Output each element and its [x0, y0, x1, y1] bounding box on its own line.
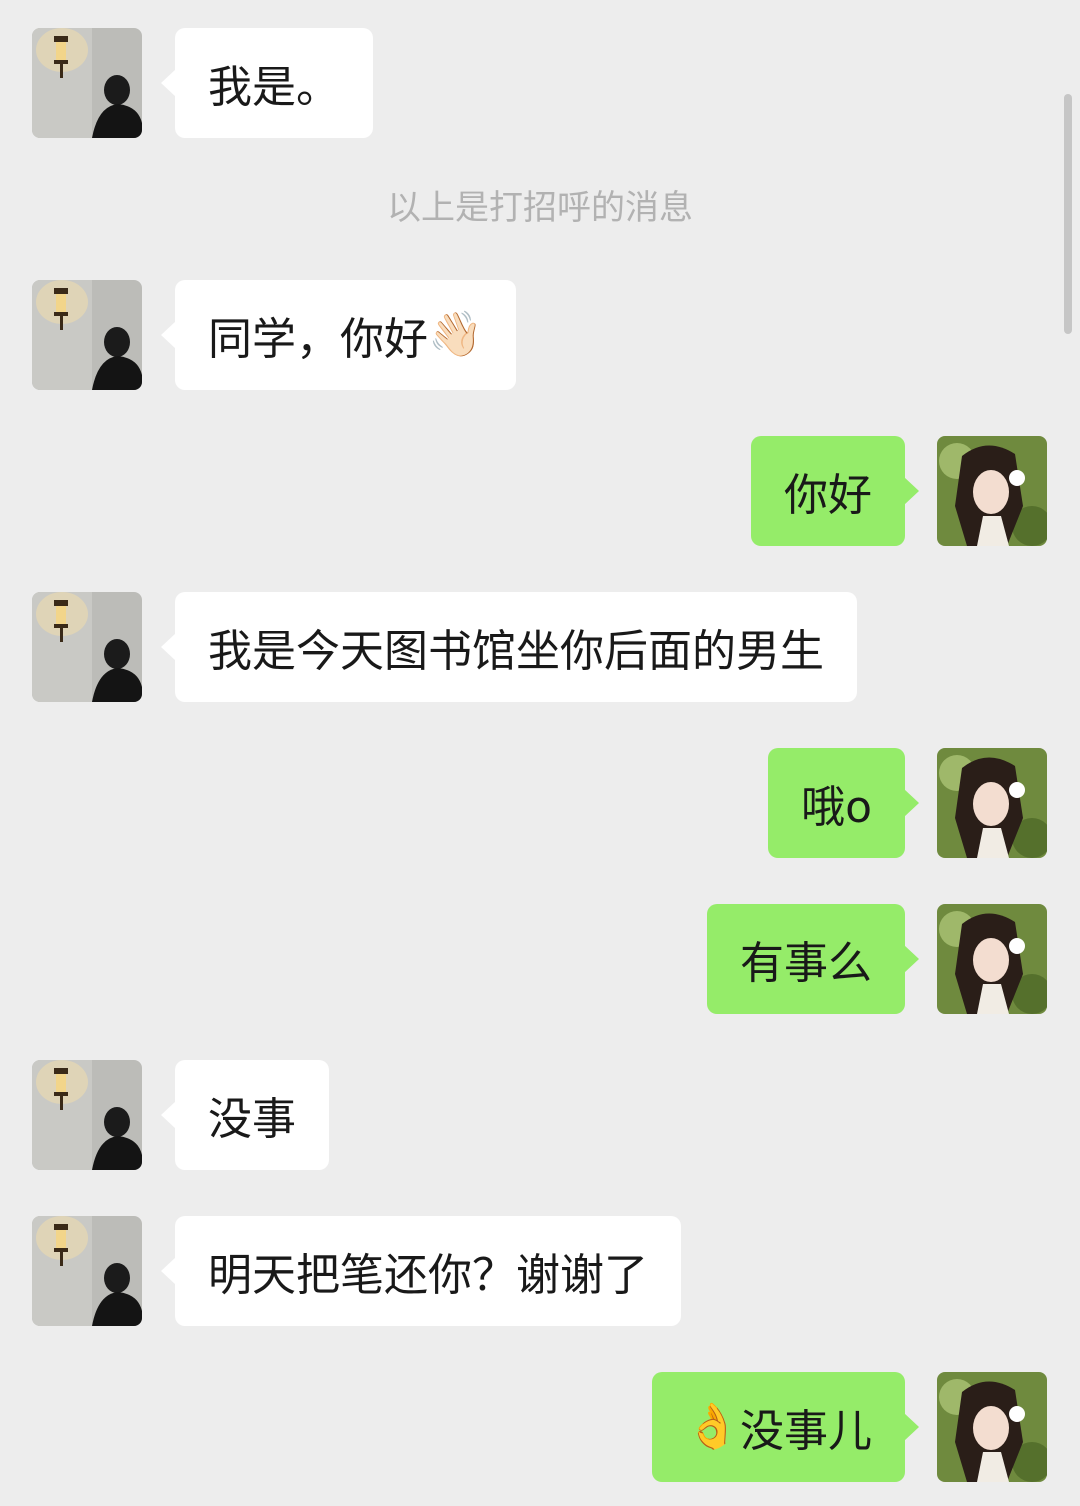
self-avatar[interactable] — [937, 436, 1047, 546]
message-row: 我是。 — [0, 28, 1080, 138]
message-text: 没事儿 — [740, 1406, 872, 1457]
ok-hand-icon: 👌 — [685, 1401, 740, 1452]
contact-avatar[interactable] — [32, 592, 142, 702]
self-avatar[interactable] — [937, 748, 1047, 858]
message-text: 没事 — [208, 1094, 296, 1145]
message-row: 同学，你好 👋🏻 — [0, 280, 1080, 390]
message-row: 👌 没事儿 — [0, 1372, 1080, 1482]
message-text: 我是。 — [208, 62, 340, 113]
self-avatar[interactable] — [937, 904, 1047, 1014]
message-text: 我是今天图书馆坐你后面的男生 — [208, 626, 824, 677]
message-bubble[interactable]: 没事 — [161, 1060, 329, 1170]
message-row: 我是今天图书馆坐你后面的男生 — [0, 592, 1080, 702]
message-text: 哦o — [801, 782, 872, 833]
contact-avatar[interactable] — [32, 1216, 142, 1326]
message-row: 你好 — [0, 436, 1080, 546]
self-avatar[interactable] — [937, 1372, 1047, 1482]
chat-scrollbar[interactable] — [1064, 94, 1072, 334]
message-row: 明天把笔还你？谢谢了 — [0, 1216, 1080, 1326]
message-row: 没事 — [0, 1060, 1080, 1170]
message-text: 同学，你好 — [208, 314, 428, 365]
message-bubble[interactable]: 我是今天图书馆坐你后面的男生 — [161, 592, 857, 702]
message-bubble[interactable]: 同学，你好 👋🏻 — [161, 280, 516, 390]
waving-hand-icon: 👋🏻 — [428, 309, 483, 360]
message-text: 有事么 — [740, 938, 872, 989]
chat-message-list[interactable]: 我是。 以上是打招呼的消息 同学，你好 👋🏻 你好 我是今天图书馆坐你后面的男生… — [0, 0, 1080, 1506]
message-text: 你好 — [784, 470, 872, 521]
message-text: 明天把笔还你？谢谢了 — [208, 1250, 648, 1301]
message-bubble[interactable]: 👌 没事儿 — [652, 1372, 919, 1482]
contact-avatar[interactable] — [32, 28, 142, 138]
message-bubble[interactable]: 我是。 — [161, 28, 373, 138]
message-bubble[interactable]: 你好 — [751, 436, 919, 546]
message-bubble[interactable]: 有事么 — [707, 904, 919, 1014]
contact-avatar[interactable] — [32, 280, 142, 390]
message-row: 有事么 — [0, 904, 1080, 1014]
message-row: 哦o — [0, 748, 1080, 858]
message-bubble[interactable]: 明天把笔还你？谢谢了 — [161, 1216, 681, 1326]
message-bubble[interactable]: 哦o — [768, 748, 919, 858]
greeting-divider-note: 以上是打招呼的消息 — [387, 188, 693, 228]
contact-avatar[interactable] — [32, 1060, 142, 1170]
